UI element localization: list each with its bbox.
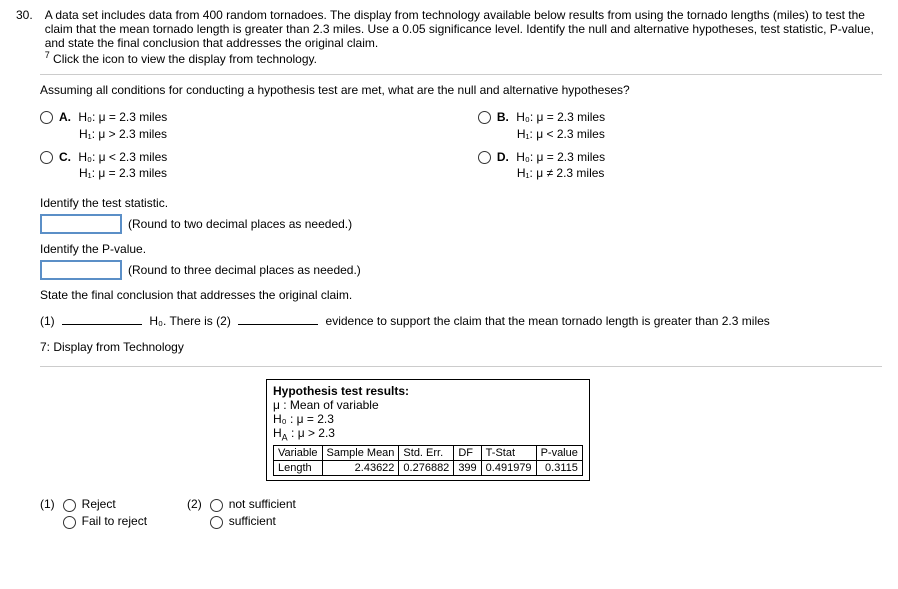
option-c-line2: H₁: μ = 2.3 miles	[79, 166, 167, 180]
divider	[40, 366, 882, 367]
state-conclusion-label: State the final conclusion that addresse…	[40, 288, 882, 302]
radio-option-d[interactable]	[478, 151, 491, 164]
question-number: 30.	[16, 8, 33, 66]
divider	[40, 74, 882, 75]
pvalue-input[interactable]	[40, 260, 122, 280]
reference-text[interactable]: Click the icon to view the display from …	[53, 52, 317, 66]
question-text: A data set includes data from 400 random…	[45, 8, 882, 50]
hypotheses-prompt: Assuming all conditions for conducting a…	[40, 83, 882, 97]
reference-marker[interactable]: 7	[45, 50, 50, 60]
opt-not-sufficient: not sufficient	[229, 497, 296, 511]
table-row: Length 2.43622 0.276882 399 0.491979 0.3…	[274, 460, 583, 475]
test-statistic-input[interactable]	[40, 214, 122, 234]
option-c-line1: H₀: μ < 2.3 miles	[78, 150, 167, 164]
opt-fail-to-reject: Fail to reject	[82, 514, 147, 528]
opt-reject: Reject	[82, 497, 116, 511]
option-c-label: C.	[59, 150, 71, 164]
option-d-line2: H₁: μ ≠ 2.3 miles	[517, 166, 605, 180]
table-header: DF	[454, 445, 481, 460]
group1-label: (1)	[40, 497, 55, 529]
option-a-label: A.	[59, 110, 71, 124]
conclusion-blank-1[interactable]	[62, 324, 142, 325]
option-a-line2: H₁: μ > 2.3 miles	[79, 127, 167, 141]
option-a-line1: H₀: μ = 2.3 miles	[78, 110, 167, 124]
conclusion-part2-label: (2)	[216, 314, 231, 328]
tech-display-heading: 7: Display from Technology	[40, 340, 882, 354]
radio-fail-to-reject[interactable]	[63, 516, 76, 529]
radio-option-c[interactable]	[40, 151, 53, 164]
tech-title: Hypothesis test results:	[273, 384, 409, 398]
option-d-label: D.	[497, 150, 509, 164]
conclusion-end-text: evidence to support the claim that the m…	[326, 314, 770, 328]
tech-line3: HA : μ > 2.3	[273, 426, 583, 442]
radio-reject[interactable]	[63, 499, 76, 512]
table-cell: Length	[274, 460, 323, 475]
technology-display-box: Hypothesis test results: μ : Mean of var…	[266, 379, 590, 480]
conclusion-part1-label: (1)	[40, 314, 55, 328]
group2-label: (2)	[187, 497, 202, 529]
tech-line1: μ : Mean of variable	[273, 398, 583, 412]
option-b-line2: H₁: μ < 2.3 miles	[517, 127, 605, 141]
radio-option-a[interactable]	[40, 111, 53, 124]
round-test-hint: (Round to two decimal places as needed.)	[128, 217, 352, 231]
table-cell: 0.3115	[536, 460, 582, 475]
table-cell: 2.43622	[322, 460, 399, 475]
tech-line2: H₀ : μ = 2.3	[273, 412, 583, 426]
option-d-line1: H₀: μ = 2.3 miles	[516, 150, 605, 164]
table-cell: 0.276882	[399, 460, 454, 475]
results-table: Variable Sample Mean Std. Err. DF T-Stat…	[273, 445, 583, 476]
table-cell: 0.491979	[481, 460, 536, 475]
table-header: Std. Err.	[399, 445, 454, 460]
option-b-label: B.	[497, 110, 509, 124]
identify-test-statistic-label: Identify the test statistic.	[40, 196, 882, 210]
conclusion-blank-2[interactable]	[238, 324, 318, 325]
radio-sufficient[interactable]	[210, 516, 223, 529]
table-header: T-Stat	[481, 445, 536, 460]
radio-option-b[interactable]	[478, 111, 491, 124]
table-header: P-value	[536, 445, 582, 460]
option-b-line1: H₀: μ = 2.3 miles	[516, 110, 605, 124]
opt-sufficient: sufficient	[229, 514, 276, 528]
conclusion-mid-text: H₀. There is	[149, 314, 212, 328]
round-pvalue-hint: (Round to three decimal places as needed…	[128, 263, 361, 277]
radio-not-sufficient[interactable]	[210, 499, 223, 512]
table-header: Sample Mean	[322, 445, 399, 460]
table-cell: 399	[454, 460, 481, 475]
table-header: Variable	[274, 445, 323, 460]
identify-pvalue-label: Identify the P-value.	[40, 242, 882, 256]
